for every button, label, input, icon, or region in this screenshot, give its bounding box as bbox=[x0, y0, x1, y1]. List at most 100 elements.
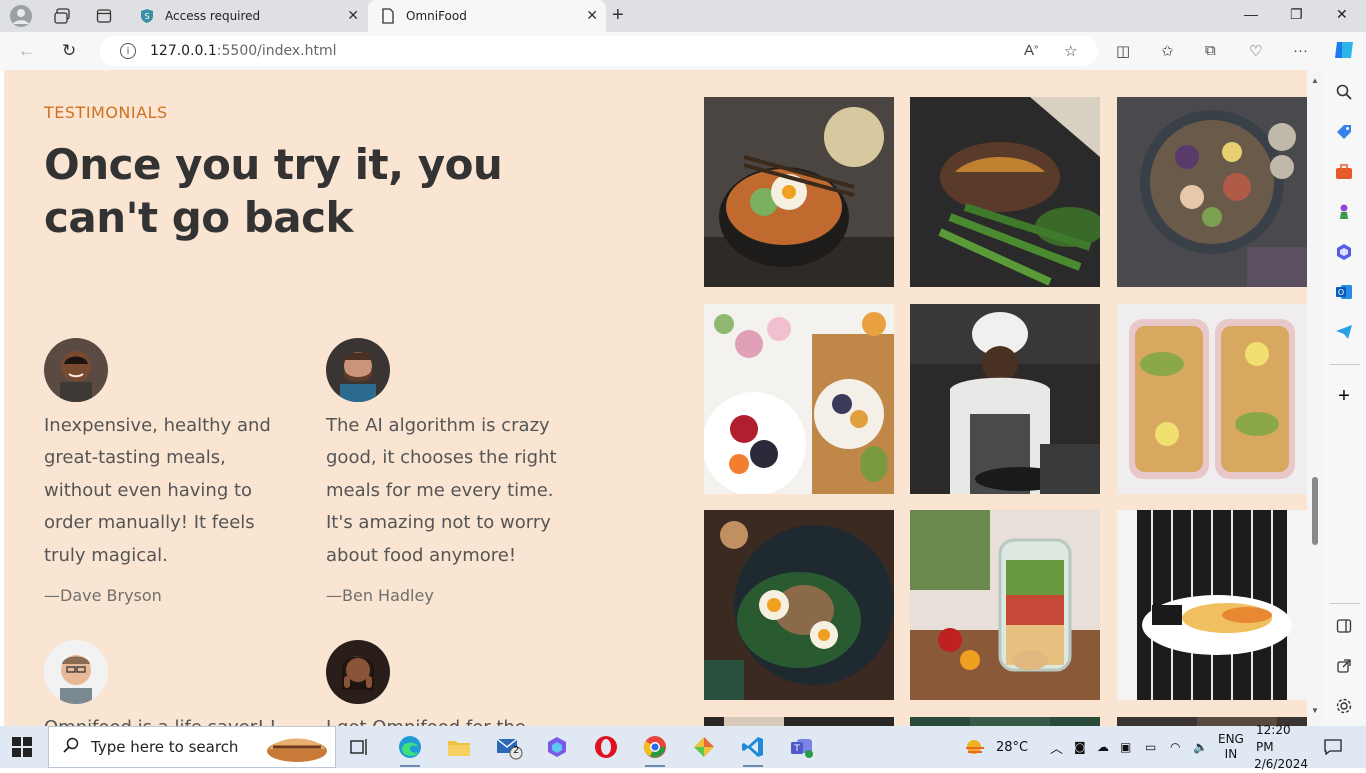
refresh-icon[interactable]: ↻ bbox=[62, 41, 76, 61]
testimonials-section: TESTIMONIALS Once you try it, you can't … bbox=[4, 70, 1307, 726]
microsoft-365-icon[interactable] bbox=[1334, 242, 1354, 262]
page-viewport: TESTIMONIALS Once you try it, you can't … bbox=[0, 70, 1324, 726]
telegram-send-icon[interactable] bbox=[1334, 322, 1354, 342]
collections-icon[interactable]: ⧉ bbox=[1205, 42, 1216, 59]
scroll-thumb[interactable] bbox=[1312, 477, 1318, 545]
testimonial-author: —Dave Bryson bbox=[44, 586, 162, 606]
testimonial-quote: I got Omnifood for the whole bbox=[326, 712, 576, 726]
testimonial-card: I got Omnifood for the whole bbox=[326, 640, 576, 726]
wifi-icon[interactable]: ◠ bbox=[1170, 726, 1180, 768]
minimize-icon[interactable]: — bbox=[1244, 6, 1258, 22]
copilot-icon[interactable] bbox=[1332, 38, 1356, 66]
gallery-image bbox=[910, 304, 1100, 494]
settings-gear-icon[interactable] bbox=[1334, 696, 1354, 716]
url-path: :5500/index.html bbox=[216, 43, 337, 59]
address-input[interactable]: i 127.0.0.1:5500/index.html bbox=[100, 36, 1098, 66]
open-external-icon[interactable] bbox=[1334, 656, 1354, 676]
testimonial-card: The AI algorithm is crazy good, it choos… bbox=[326, 338, 576, 605]
edge-taskbar-icon[interactable] bbox=[396, 733, 424, 767]
svg-text:T: T bbox=[793, 744, 800, 754]
site-favicon-icon: S bbox=[139, 8, 155, 24]
sidebar-divider bbox=[1330, 603, 1360, 604]
sidebar-toggle-icon[interactable] bbox=[1334, 616, 1354, 636]
games-chess-icon[interactable] bbox=[1334, 202, 1354, 222]
weather-widget[interactable]: 28°C bbox=[964, 726, 1028, 768]
weather-temp: 28°C bbox=[996, 739, 1029, 755]
windows-start-icon[interactable] bbox=[12, 737, 32, 757]
scroll-up-icon[interactable]: ▲ bbox=[1311, 76, 1319, 85]
active-app-indicator bbox=[400, 765, 420, 767]
browser-essentials-icon[interactable]: ♡ bbox=[1249, 42, 1262, 60]
taskbar-search-input[interactable]: Type here to search bbox=[48, 726, 336, 768]
copilot-taskbar-icon[interactable] bbox=[543, 733, 571, 761]
section-subheading: TESTIMONIALS bbox=[44, 103, 168, 122]
notifications-icon[interactable] bbox=[1324, 726, 1342, 768]
testimonial-quote: Omnifood is a life saver! I bbox=[44, 712, 294, 726]
window-close-icon[interactable]: ✕ bbox=[1336, 6, 1348, 23]
file-explorer-icon[interactable] bbox=[445, 733, 473, 761]
tab-close-icon[interactable]: ✕ bbox=[347, 8, 359, 24]
tab-close-icon[interactable]: ✕ bbox=[586, 8, 598, 24]
split-screen-icon[interactable]: ◫ bbox=[1116, 42, 1130, 60]
teams-icon[interactable]: T bbox=[788, 733, 816, 761]
security-icon[interactable]: ▣ bbox=[1120, 726, 1131, 768]
show-hidden-icons-icon[interactable]: ︿ bbox=[1050, 726, 1063, 768]
site-info-icon[interactable]: i bbox=[120, 43, 136, 59]
gallery-image bbox=[704, 717, 894, 726]
tab-omnifood[interactable]: OmniFood ✕ bbox=[368, 0, 606, 32]
avatar bbox=[326, 338, 390, 402]
gallery-image bbox=[1117, 304, 1307, 494]
testimonial-card: Inexpensive, healthy and great-tasting m… bbox=[44, 338, 294, 605]
outlook-icon[interactable]: O bbox=[1334, 282, 1354, 302]
edge-sidebar: O + bbox=[1324, 70, 1366, 726]
search-placeholder: Type here to search bbox=[91, 738, 239, 756]
clock[interactable]: 12:20 PM 2/6/2024 bbox=[1254, 723, 1308, 771]
testimonial-card: Omnifood is a life saver! I bbox=[44, 640, 294, 726]
gallery-image bbox=[704, 510, 894, 700]
avatar bbox=[326, 640, 390, 704]
gallery-image bbox=[1117, 97, 1307, 287]
restore-icon[interactable]: ❐ bbox=[1290, 6, 1303, 23]
page-scrollbar[interactable]: ▲ ▼ bbox=[1307, 70, 1324, 726]
battery-icon[interactable]: ▭ bbox=[1145, 726, 1156, 768]
back-icon[interactable]: ← bbox=[18, 41, 35, 61]
more-menu-icon[interactable]: ··· bbox=[1293, 42, 1308, 59]
vscode-icon[interactable] bbox=[739, 733, 767, 767]
onedrive-cloud-icon[interactable]: ☁ bbox=[1097, 726, 1109, 768]
region-code: IN bbox=[1224, 747, 1238, 761]
language-indicator[interactable]: ENG IN bbox=[1218, 726, 1244, 768]
volume-icon[interactable]: 🔈 bbox=[1193, 726, 1208, 768]
mail-icon[interactable]: 2 bbox=[495, 733, 523, 761]
tab-access-required[interactable]: S Access required ✕ bbox=[127, 0, 367, 32]
tab-label: OmniFood bbox=[406, 9, 467, 23]
tab-label: Access required bbox=[165, 9, 261, 23]
diamond-app-icon[interactable] bbox=[690, 733, 718, 761]
tools-briefcase-icon[interactable] bbox=[1334, 162, 1354, 182]
opera-icon[interactable] bbox=[592, 733, 620, 761]
avatar bbox=[44, 338, 108, 402]
gallery-image bbox=[704, 304, 894, 494]
mail-badge: 2 bbox=[513, 745, 520, 756]
search-icon[interactable] bbox=[1334, 82, 1354, 102]
favorite-star-icon[interactable]: ☆ bbox=[1064, 42, 1077, 60]
shopping-tag-icon[interactable] bbox=[1334, 122, 1354, 142]
testimonial-quote: The AI algorithm is crazy good, it choos… bbox=[326, 415, 557, 566]
new-tab-icon[interactable]: + bbox=[612, 4, 624, 27]
clock-date: 2/6/2024 bbox=[1254, 756, 1308, 771]
task-view-icon[interactable] bbox=[346, 733, 374, 761]
read-aloud-icon[interactable]: A» bbox=[1024, 42, 1038, 59]
chrome-icon[interactable] bbox=[641, 733, 669, 767]
url-host: 127.0.0.1 bbox=[150, 43, 217, 59]
add-icon[interactable]: + bbox=[1334, 385, 1354, 407]
gallery-image bbox=[1117, 510, 1307, 700]
tab-actions-icon[interactable] bbox=[93, 5, 115, 27]
camera-icon[interactable]: ◙ bbox=[1074, 726, 1086, 768]
avatar bbox=[44, 640, 108, 704]
gallery-image bbox=[910, 97, 1100, 287]
search-icon bbox=[63, 737, 79, 757]
profile-icon[interactable] bbox=[10, 5, 32, 27]
page-icon bbox=[380, 8, 396, 24]
workspaces-icon[interactable] bbox=[51, 5, 73, 27]
favorites-icon[interactable]: ✩ bbox=[1161, 42, 1174, 60]
scroll-down-icon[interactable]: ▼ bbox=[1311, 706, 1319, 715]
